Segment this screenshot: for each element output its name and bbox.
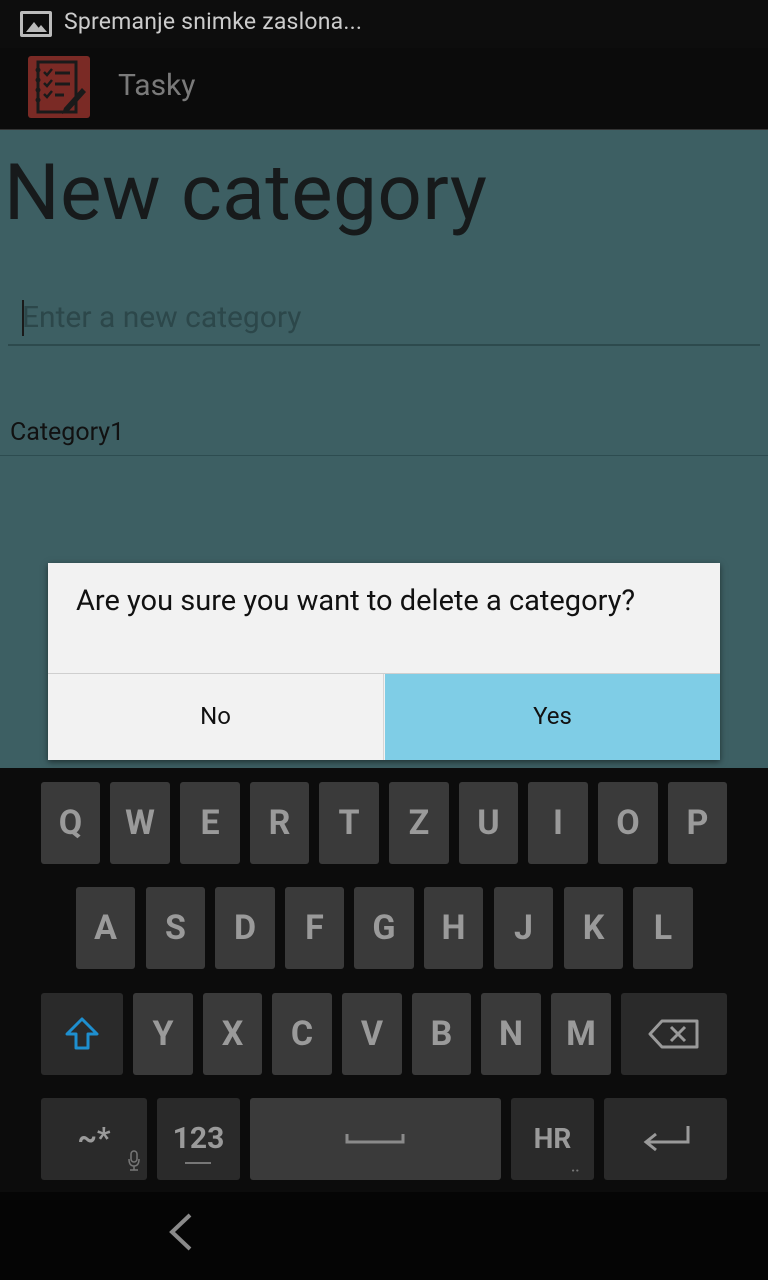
new-category-input[interactable]: Enter a new category	[8, 292, 760, 346]
key-z[interactable]: Z	[389, 782, 449, 864]
shift-arrow-icon	[65, 1017, 99, 1050]
key-e[interactable]: E	[180, 782, 240, 864]
symbols-key-label: ~*	[77, 1121, 111, 1156]
key-s[interactable]: S	[146, 887, 205, 969]
numbers-key[interactable]: 123	[157, 1098, 240, 1180]
key-o[interactable]: O	[598, 782, 658, 864]
language-key-label: HR	[533, 1122, 572, 1155]
key-x[interactable]: X	[203, 993, 262, 1075]
key-r[interactable]: R	[250, 782, 309, 864]
category-label: Category1	[10, 418, 125, 447]
key-g[interactable]: G	[354, 887, 414, 969]
key-w[interactable]: W	[110, 782, 170, 864]
app-title: Tasky	[118, 68, 196, 103]
image-notification-icon	[20, 11, 52, 37]
key-m[interactable]: M	[551, 993, 611, 1075]
numbers-key-underline	[185, 1162, 211, 1164]
key-h[interactable]: H	[424, 887, 483, 969]
soft-keyboard: Q W E R T Z U I O P A S D F G H J K L Y …	[0, 768, 768, 1192]
page-title: New category	[4, 148, 488, 239]
key-n[interactable]: N	[481, 993, 541, 1075]
backspace-key[interactable]	[621, 993, 727, 1075]
back-chevron-icon[interactable]	[166, 1212, 196, 1252]
action-bar: Tasky	[0, 48, 768, 130]
dialog-message: Are you sure you want to delete a catego…	[76, 584, 636, 618]
input-placeholder: Enter a new category	[22, 300, 302, 335]
key-b[interactable]: B	[412, 993, 471, 1075]
key-a[interactable]: A	[76, 887, 135, 969]
enter-key[interactable]	[604, 1098, 727, 1180]
key-k[interactable]: K	[564, 887, 623, 969]
status-bar: Spremanje snimke zaslona...	[0, 0, 768, 48]
key-q[interactable]: Q	[41, 782, 100, 864]
key-i[interactable]: I	[528, 782, 588, 864]
symbols-key[interactable]: ~*	[41, 1098, 147, 1180]
notification-text: Spremanje snimke zaslona...	[64, 8, 363, 35]
no-button[interactable]: No	[48, 674, 384, 760]
language-key[interactable]: HR ··	[511, 1098, 594, 1180]
backspace-icon	[648, 1019, 699, 1049]
app-logo-icon[interactable]	[28, 56, 90, 118]
delete-confirm-dialog: Are you sure you want to delete a catego…	[48, 563, 720, 760]
key-y[interactable]: Y	[133, 993, 193, 1075]
key-f[interactable]: F	[285, 887, 344, 969]
key-t[interactable]: T	[319, 782, 379, 864]
text-cursor	[22, 300, 24, 336]
microphone-icon	[128, 1150, 140, 1171]
shift-key[interactable]	[41, 993, 123, 1075]
key-d[interactable]: D	[215, 887, 275, 969]
navigation-bar	[0, 1192, 768, 1280]
category-list-item[interactable]: Category1	[0, 412, 768, 456]
key-p[interactable]: P	[668, 782, 727, 864]
yes-button-label: Yes	[533, 702, 572, 730]
enter-icon	[643, 1126, 690, 1152]
space-key[interactable]	[250, 1098, 501, 1180]
key-c[interactable]: C	[272, 993, 332, 1075]
key-j[interactable]: J	[494, 887, 553, 969]
key-l[interactable]: L	[633, 887, 693, 969]
language-key-dots: ··	[571, 1163, 580, 1179]
key-u[interactable]: U	[459, 782, 518, 864]
numbers-key-label: 123	[172, 1121, 225, 1156]
key-v[interactable]: V	[342, 993, 402, 1075]
yes-button[interactable]: Yes	[385, 674, 720, 760]
no-button-label: No	[200, 702, 231, 730]
space-bar-icon	[345, 1134, 405, 1144]
